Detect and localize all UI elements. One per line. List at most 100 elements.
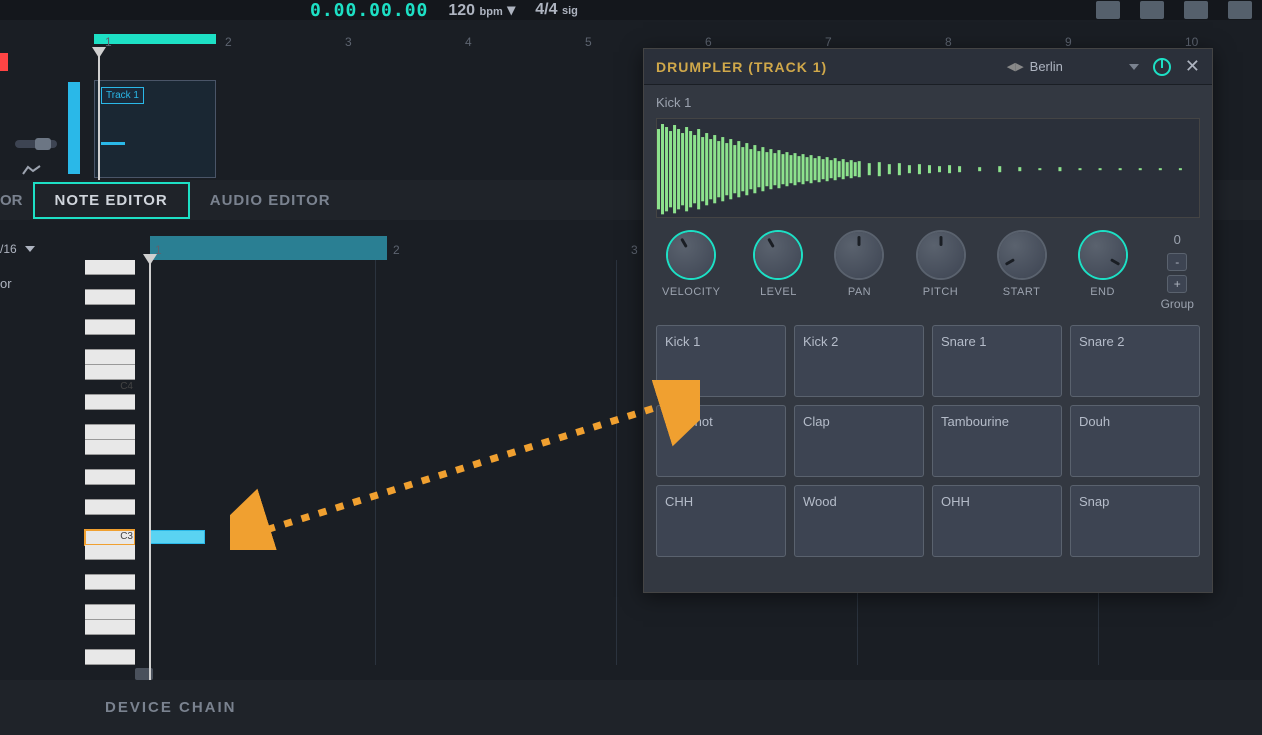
- knob-dial[interactable]: [918, 232, 964, 278]
- piano-key-white[interactable]: [85, 260, 135, 275]
- tool-icon-3[interactable]: [1228, 1, 1252, 19]
- group-control: 0 - + Group: [1161, 232, 1194, 311]
- knob-pointer: [768, 238, 776, 248]
- piano-key-black[interactable]: [85, 560, 135, 575]
- close-icon[interactable]: ✕: [1185, 56, 1200, 77]
- drum-pads-grid: Kick 1Kick 2Snare 1Snare 2 RimshotClapTam…: [644, 311, 1212, 569]
- knob-dial[interactable]: [755, 232, 801, 278]
- drum-pad-kick-1[interactable]: Kick 1: [656, 325, 786, 397]
- piano-key-white[interactable]: [85, 440, 135, 455]
- drumpler-plugin-panel: DRUMPLER (TRACK 1) ◀▶ Berlin ✕ Kick 1 VE…: [643, 48, 1213, 593]
- knob-pan: PAN: [836, 232, 882, 298]
- piano-key-black[interactable]: C4: [85, 380, 135, 395]
- piano-key-black[interactable]: [85, 485, 135, 500]
- clip-note-preview: [101, 142, 125, 145]
- knob-start: START: [999, 232, 1045, 298]
- waveform-svg: [657, 119, 1199, 218]
- timeline-mark-9: 9: [1065, 35, 1072, 49]
- piano-key-white[interactable]: [85, 500, 135, 515]
- piano-key-white[interactable]: [85, 575, 135, 590]
- bpm-display[interactable]: 120 bpm ▾: [448, 0, 515, 20]
- knob-dial[interactable]: [1080, 232, 1126, 278]
- drum-pad-clap[interactable]: Clap: [794, 405, 924, 477]
- piano-key-black[interactable]: [85, 515, 135, 530]
- automation-icon[interactable]: [22, 163, 42, 179]
- midi-note[interactable]: [150, 530, 205, 544]
- knob-dial[interactable]: [668, 232, 714, 278]
- piano-key-black[interactable]: [85, 590, 135, 605]
- piano-key-black[interactable]: [85, 305, 135, 320]
- piano-key-white[interactable]: [85, 290, 135, 305]
- tab-note-editor[interactable]: NOTE EDITOR: [33, 182, 190, 219]
- knob-level: LEVEL: [755, 232, 801, 298]
- piano-key-white[interactable]: C3: [85, 530, 135, 545]
- drum-pad-kick-2[interactable]: Kick 2: [794, 325, 924, 397]
- playhead-top[interactable]: [92, 47, 106, 58]
- piano-key-white[interactable]: [85, 350, 135, 365]
- bpm-suffix: bpm: [480, 6, 503, 18]
- loop-icon[interactable]: [1096, 1, 1120, 19]
- chevron-down-icon[interactable]: [1129, 64, 1139, 70]
- sig-value: 4/4: [535, 1, 557, 18]
- piano-key-white[interactable]: [85, 470, 135, 485]
- knob-label: START: [1003, 286, 1041, 298]
- note-editor-loop-region[interactable]: [150, 236, 387, 260]
- piano-key-black[interactable]: [85, 335, 135, 350]
- drum-pad-snare-1[interactable]: Snare 1: [932, 325, 1062, 397]
- device-chain-label[interactable]: DEVICE CHAIN: [105, 699, 237, 716]
- piano-key-white[interactable]: [85, 320, 135, 335]
- time-signature-display[interactable]: 4/4 sig: [535, 1, 578, 19]
- knob-pointer: [1004, 258, 1014, 266]
- drum-pad-ohh[interactable]: OHH: [932, 485, 1062, 557]
- tool-icon-1[interactable]: [1140, 1, 1164, 19]
- timeline-mark-5: 5: [585, 35, 592, 49]
- group-number: 0: [1174, 232, 1181, 247]
- piano-key-black[interactable]: [85, 410, 135, 425]
- preset-selector[interactable]: ◀▶ Berlin: [1007, 59, 1139, 74]
- knob-label: END: [1090, 286, 1115, 298]
- drum-pad-douh[interactable]: Douh: [1070, 405, 1200, 477]
- track-record-partial[interactable]: [0, 53, 8, 71]
- track-volume-slider[interactable]: [15, 140, 57, 148]
- piano-key-white[interactable]: [85, 620, 135, 635]
- piano-key-white[interactable]: [85, 545, 135, 560]
- plugin-title: DRUMPLER (TRACK 1): [656, 59, 827, 75]
- track-header-partial[interactable]: [0, 78, 80, 178]
- note-editor-controls: /16 or: [0, 220, 85, 680]
- piano-key-white[interactable]: [85, 605, 135, 620]
- tool-icon-2[interactable]: [1184, 1, 1208, 19]
- drum-pad-snap[interactable]: Snap: [1070, 485, 1200, 557]
- group-minus-button[interactable]: -: [1167, 253, 1187, 271]
- piano-key-white[interactable]: [85, 395, 135, 410]
- drum-pad-rimshot[interactable]: Rimshot: [656, 405, 786, 477]
- piano-key-black[interactable]: [85, 455, 135, 470]
- power-button[interactable]: [1153, 58, 1171, 76]
- midi-clip[interactable]: Track 1: [94, 80, 216, 178]
- sample-name: Kick 1: [644, 85, 1212, 114]
- drum-pad-chh[interactable]: CHH: [656, 485, 786, 557]
- transport-time: 0.00.00.00: [310, 0, 428, 21]
- drum-pad-snare-2[interactable]: Snare 2: [1070, 325, 1200, 397]
- knob-dial[interactable]: [999, 232, 1045, 278]
- piano-key-white[interactable]: [85, 650, 135, 665]
- snap-dropdown[interactable]: /16: [0, 242, 35, 256]
- piano-key-label-c3: C3: [120, 531, 133, 542]
- piano-key-black[interactable]: [85, 635, 135, 650]
- playhead-note-editor[interactable]: [143, 254, 157, 265]
- drum-pad-tambourine[interactable]: Tambourine: [932, 405, 1062, 477]
- piano-key-black[interactable]: [85, 275, 135, 290]
- piano-key-white[interactable]: [85, 425, 135, 440]
- piano-key-white[interactable]: [85, 365, 135, 380]
- piano-roll[interactable]: C4 C3: [85, 260, 135, 665]
- tab-audio-editor[interactable]: AUDIO EDITOR: [190, 184, 351, 217]
- preset-prev-next-icon[interactable]: ◀▶: [1007, 60, 1024, 73]
- waveform-display[interactable]: [656, 118, 1200, 218]
- group-label: Group: [1161, 297, 1194, 311]
- editor-tab-partial[interactable]: OR: [0, 184, 33, 217]
- knob-dial[interactable]: [836, 232, 882, 278]
- drum-pad-wood[interactable]: Wood: [794, 485, 924, 557]
- slider-thumb[interactable]: [35, 138, 51, 150]
- plugin-header[interactable]: DRUMPLER (TRACK 1) ◀▶ Berlin ✕: [644, 49, 1212, 85]
- group-plus-button[interactable]: +: [1167, 275, 1187, 293]
- bpm-value: 120: [448, 2, 475, 19]
